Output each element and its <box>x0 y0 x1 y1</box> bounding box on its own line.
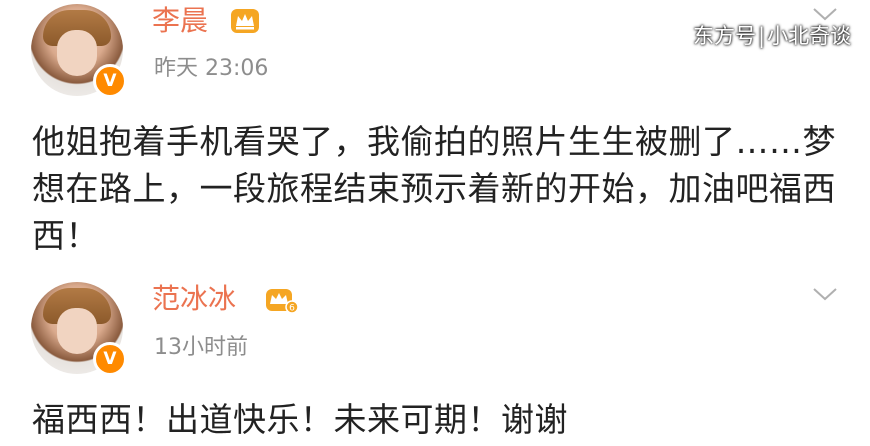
avatar-face <box>57 308 97 354</box>
post-time: 昨天 23:06 <box>154 56 269 81</box>
crown-icon: 6 <box>266 289 299 314</box>
weibo-post: V 李晨 昨天 23:06 他姐抱着手机看哭了，我偷拍的照片生生被删了……梦想在… <box>0 0 870 280</box>
verified-badge-icon: V <box>93 64 127 98</box>
post-content: 福西西！出道快乐！未来可期！谢谢 <box>32 400 568 439</box>
crown-level: 6 <box>289 304 295 314</box>
weibo-post: V 范冰冰 6 13小时前 福西西！出道快乐！未来可期！谢谢 <box>0 280 870 446</box>
username[interactable]: 李晨 <box>152 4 208 38</box>
avatar[interactable]: V <box>31 282 127 376</box>
verified-badge-icon: V <box>93 342 127 376</box>
crown-icon <box>231 9 259 33</box>
chevron-down-icon[interactable] <box>812 286 838 302</box>
username[interactable]: 范冰冰 <box>152 282 236 316</box>
post-content: 他姐抱着手机看哭了，我偷拍的照片生生被删了……梦想在路上，一段旅程结束预示着新的… <box>32 122 836 255</box>
avatar-face <box>57 30 97 76</box>
chevron-down-icon[interactable] <box>812 6 838 22</box>
avatar[interactable]: V <box>31 4 127 98</box>
post-time: 13小时前 <box>154 335 248 360</box>
